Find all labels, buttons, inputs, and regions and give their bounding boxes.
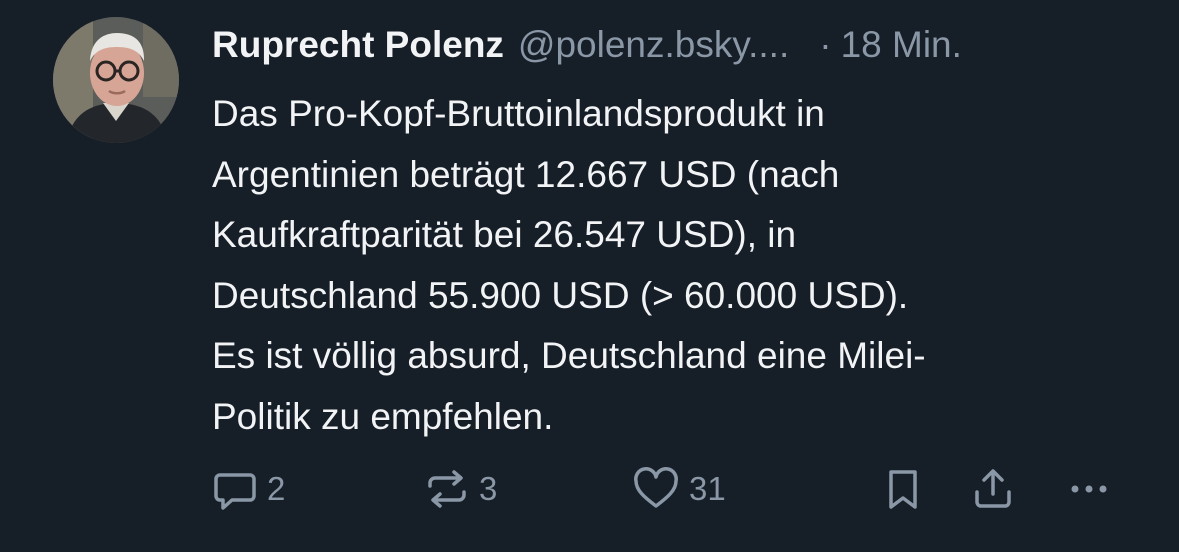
post-text-line: Es ist völlig absurd, Deutschland eine M… — [212, 335, 926, 376]
post-text: Das Pro-Kopf-Bruttoinlandsprodukt in Arg… — [212, 84, 1162, 447]
post-text-line: Das Pro-Kopf-Bruttoinlandsprodukt in — [212, 93, 825, 134]
post-text-line: Politik zu empfehlen. — [212, 395, 554, 437]
post-timestamp[interactable]: 18 Min. — [841, 20, 962, 70]
speech-bubble-icon — [214, 473, 256, 510]
post: Ruprecht Polenz @polenz.bsky.... · 18 Mi… — [0, 0, 1179, 552]
share-icon — [975, 469, 1011, 508]
repost-icon — [428, 470, 466, 508]
post-header: Ruprecht Polenz @polenz.bsky.... · 18 Mi… — [212, 20, 962, 70]
reply-count: 2 — [267, 470, 286, 507]
like-button[interactable]: 31 — [632, 466, 726, 512]
share-button[interactable] — [970, 466, 1016, 512]
like-count: 31 — [689, 470, 726, 507]
author-display-name[interactable]: Ruprecht Polenz — [212, 20, 504, 70]
more-icon — [1071, 485, 1107, 493]
bookmark-button[interactable] — [880, 466, 926, 512]
post-text-line: Argentinien beträgt 12.667 USD (nach — [212, 153, 840, 195]
bookmark-icon — [889, 470, 917, 509]
repost-button[interactable]: 3 — [424, 466, 497, 512]
post-text-line: Deutschland 55.900 USD (> 60.000 USD). — [212, 274, 909, 316]
repost-count: 3 — [479, 470, 498, 507]
profile-photo — [53, 17, 179, 143]
post-actions: 2 3 31 — [0, 466, 1179, 512]
more-options-button[interactable] — [1066, 466, 1112, 512]
separator-dot: · — [819, 24, 832, 65]
reply-button[interactable]: 2 — [212, 466, 285, 512]
author-handle[interactable]: @polenz.bsky.... — [518, 20, 789, 70]
post-text-line: Kaufkraftparität bei 26.547 USD), in — [212, 214, 797, 255]
heart-icon — [634, 467, 678, 508]
avatar[interactable] — [53, 17, 179, 143]
